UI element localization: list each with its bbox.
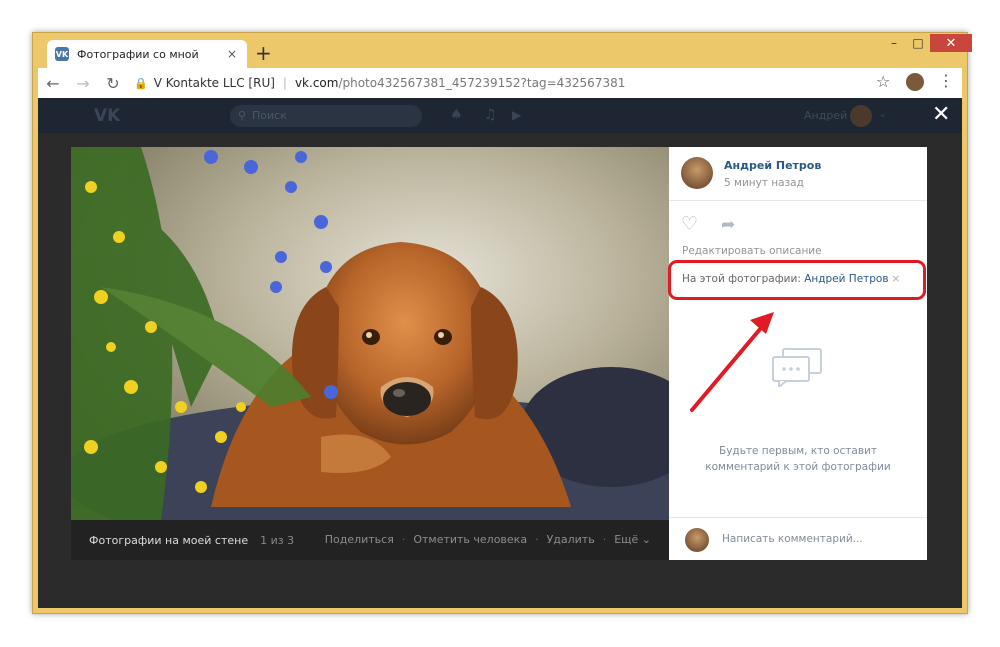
site-owner: V Kontakte LLC [RU] (153, 76, 275, 90)
commenter-avatar (685, 528, 709, 552)
annotation-arrow-icon (690, 312, 774, 412)
highlight-box (668, 260, 926, 300)
vk-logo[interactable]: VK (94, 106, 120, 126)
more-link[interactable]: Ещё ⌄ (614, 533, 651, 546)
play-icon[interactable]: ▶ (512, 108, 521, 122)
search-placeholder: Поиск (252, 109, 287, 122)
edit-description-link[interactable]: Редактировать описание (682, 245, 822, 257)
reload-icon[interactable]: ↻ (98, 74, 128, 93)
like-heart-icon[interactable]: ♡ (681, 213, 698, 235)
music-icon[interactable]: ♫ (484, 107, 497, 123)
comment-input[interactable]: Написать комментарий... (722, 533, 863, 545)
author-avatar[interactable] (681, 157, 713, 189)
photo-image[interactable] (71, 147, 669, 520)
browser-toolbar: ← → ↻ 🔒 V Kontakte LLC [RU] | vk.com/pho… (38, 68, 962, 98)
album-title[interactable]: Фотографии на моей стене (89, 534, 248, 547)
url-host: vk.com (294, 76, 339, 90)
divider (669, 517, 927, 518)
minimize-button[interactable]: – (882, 34, 906, 52)
photo-actions: Поделиться · Отметить человека · Удалить… (325, 533, 651, 546)
page-viewport: VK ⚲ Поиск ♠ ♫ ▶ Андрей ⌄ ✕ Фотографии н… (38, 98, 962, 608)
url-path: /photo432567381_457239152?tag=432567381 (338, 76, 626, 90)
tag-person-link[interactable]: Отметить человека (413, 533, 527, 546)
action-separator: · (535, 533, 539, 546)
browser-tab[interactable]: VK Фотографии со мной × (47, 40, 247, 68)
empty-line-1: Будьте первым, кто оставит (719, 445, 877, 457)
empty-comments-text: Будьте первым, кто оставит комментарий к… (689, 443, 907, 475)
bell-icon[interactable]: ♠ (450, 107, 463, 123)
action-separator: · (602, 533, 607, 546)
post-time[interactable]: 5 минут назад (724, 177, 804, 189)
dog-photo-illustration (71, 147, 669, 520)
forward-arrow-icon[interactable]: → (68, 74, 98, 93)
author-name[interactable]: Андрей Петров (724, 159, 821, 172)
lock-icon: 🔒 (134, 76, 148, 90)
divider (669, 200, 927, 201)
empty-line-2: комментарий к этой фотографии (705, 461, 891, 473)
vk-user-name[interactable]: Андрей (804, 109, 847, 122)
delete-link[interactable]: Удалить (547, 533, 595, 546)
share-link[interactable]: Поделиться (325, 533, 394, 546)
address-separator: | (282, 76, 287, 90)
tab-close-icon[interactable]: × (227, 47, 237, 61)
back-arrow-icon[interactable]: ← (38, 74, 68, 93)
tab-title: Фотографии со мной (77, 47, 199, 61)
photo-footer: Фотографии на моей стене 1 из 3 Поделить… (71, 520, 669, 560)
action-separator: · (401, 533, 406, 546)
profile-avatar[interactable] (906, 73, 924, 91)
bookmark-star-icon[interactable]: ☆ (876, 72, 890, 91)
vk-user-avatar[interactable] (850, 105, 872, 127)
photo-counter: 1 из 3 (260, 533, 295, 547)
chevron-down-icon[interactable]: ⌄ (878, 107, 887, 120)
vk-search-input[interactable]: ⚲ Поиск (230, 105, 422, 127)
address-bar[interactable]: 🔒 V Kontakte LLC [RU] | vk.com/photo4325… (134, 71, 894, 95)
search-icon: ⚲ (238, 109, 247, 122)
maximize-button[interactable]: □ (906, 34, 930, 52)
browser-menu-icon[interactable]: ⋮ (938, 71, 954, 90)
vk-favicon-icon: VK (55, 47, 69, 61)
share-arrow-icon[interactable]: ➦ (721, 215, 735, 235)
window-controls: – □ ✕ (882, 34, 972, 54)
vk-header: VK ⚲ Поиск ♠ ♫ ▶ Андрей ⌄ (38, 98, 962, 133)
close-viewer-icon[interactable]: ✕ (932, 102, 950, 128)
new-tab-button[interactable]: + (255, 42, 272, 64)
close-window-button[interactable]: ✕ (930, 34, 972, 52)
